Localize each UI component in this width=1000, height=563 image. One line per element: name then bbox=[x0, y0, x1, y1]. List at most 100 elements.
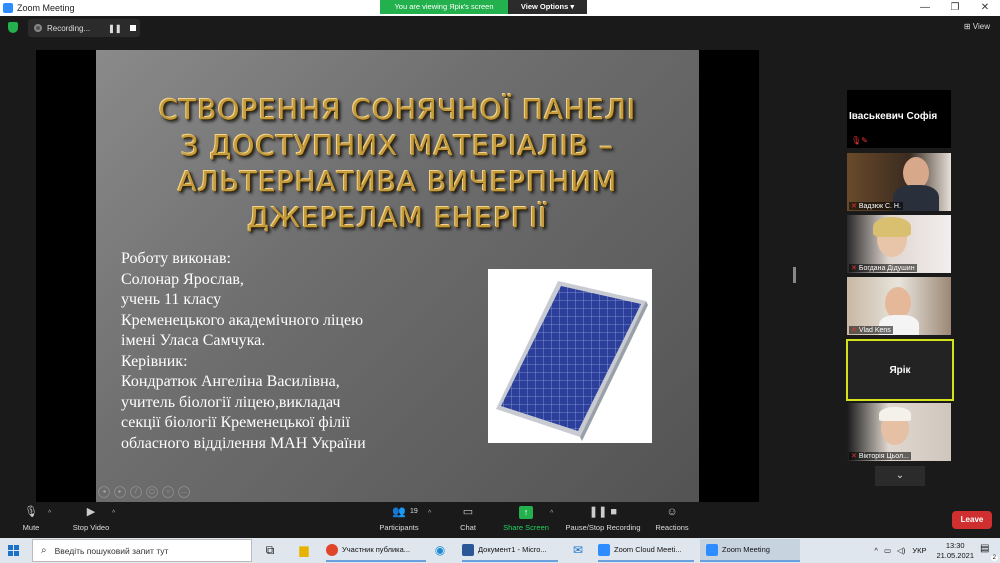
share-screen-button[interactable]: ↑ Share Screen bbox=[500, 506, 552, 532]
recording-label: Recording... bbox=[47, 23, 91, 33]
windows-start-icon[interactable] bbox=[8, 545, 19, 556]
next-slide-icon[interactable]: ▸ bbox=[114, 486, 126, 498]
more-icon[interactable]: … bbox=[178, 486, 190, 498]
stop-video-button[interactable]: ▶ Stop Video bbox=[68, 506, 114, 532]
mute-button[interactable]: 🎙 Mute bbox=[18, 506, 44, 532]
taskbar-app-word[interactable]: Документ1 - Micro... bbox=[462, 539, 558, 562]
pause-stop-recording-label: Pause/Stop Recording bbox=[565, 523, 641, 532]
participant-tile[interactable]: ✕ Богдана Дідушин bbox=[847, 215, 951, 273]
participant-tile-active[interactable]: Ярік bbox=[846, 339, 954, 401]
participant-name: Ярік bbox=[889, 365, 911, 376]
participant-tile[interactable]: ✕ Vlad Kens bbox=[847, 277, 951, 335]
tray-chevron-icon[interactable]: ^ bbox=[874, 546, 878, 555]
slide-body-line: учень 11 класу bbox=[121, 291, 222, 308]
clock-time: 13:30 bbox=[945, 540, 965, 550]
taskbar-app-label: Участник публика... bbox=[342, 545, 411, 554]
slide-body-line: Керівник: bbox=[121, 352, 188, 370]
view-layout-button[interactable]: ⊞ View bbox=[964, 22, 990, 31]
language-indicator[interactable]: УКР bbox=[912, 546, 926, 555]
presentation-slide: СТВОРЕННЯ СОНЯЧНОЇ ПАНЕЛІ З ДОСТУПНИХ МА… bbox=[96, 50, 699, 502]
taskbar-app-label: Zoom Meeting bbox=[722, 545, 770, 554]
share-screen-icon: ↑ bbox=[519, 506, 533, 519]
muted-mic-icon: ✕ bbox=[851, 453, 857, 460]
prev-slide-icon[interactable]: ◂ bbox=[98, 486, 110, 498]
slide-body-line: Солонар Ярослав, bbox=[121, 270, 244, 288]
stop-video-label: Stop Video bbox=[72, 523, 110, 532]
zoom-icon[interactable]: ○ bbox=[162, 486, 174, 498]
taskbar-app-chrome[interactable]: Участник публика... bbox=[326, 539, 426, 562]
view-options-button[interactable]: View Options ▾ bbox=[508, 0, 587, 14]
chat-label: Chat bbox=[460, 523, 476, 532]
slide-body-line: обласного відділення МАН України bbox=[121, 434, 366, 452]
clock[interactable]: 13:30 21.05.2021 bbox=[936, 541, 974, 561]
search-icon: ⌕ bbox=[41, 545, 47, 556]
participant-tile[interactable]: ✕ Вадзюк С. Н. bbox=[847, 153, 951, 211]
mute-label: Mute bbox=[22, 523, 40, 532]
recording-dot-icon bbox=[34, 24, 42, 32]
participants-options-caret-icon[interactable]: ^ bbox=[428, 510, 431, 517]
chat-button[interactable]: ▭ Chat bbox=[454, 506, 482, 532]
participant-name: ✕ Богдана Дідушин bbox=[849, 264, 917, 272]
pause-stop-recording-button[interactable]: ❚❚ ■ Pause/Stop Recording bbox=[560, 506, 646, 532]
slide-title-line: СТВОРЕННЯ СОНЯЧНОЇ ПАНЕЛІ bbox=[158, 93, 637, 126]
file-explorer-icon[interactable]: ▆ bbox=[296, 542, 312, 558]
encryption-shield-icon[interactable] bbox=[8, 22, 18, 33]
smiley-plus-icon: ☺ bbox=[666, 506, 678, 518]
participant-name: ✕ Vlad Kens bbox=[849, 326, 893, 334]
audio-options-caret-icon[interactable]: ^ bbox=[48, 510, 51, 517]
taskbar-app-zoom-meeting[interactable]: Zoom Meeting bbox=[700, 539, 800, 562]
notifications-count: 2 bbox=[990, 554, 998, 561]
split-drag-handle[interactable] bbox=[793, 267, 796, 283]
slide-title-line: АЛЬТЕРНАТИВА ВИЧЕРПНИМ bbox=[177, 165, 618, 198]
chat-bubble-icon: ▭ bbox=[462, 506, 474, 518]
taskbar-search-box[interactable]: ⌕ Введіть пошуковий запит тут bbox=[32, 539, 252, 562]
network-icon[interactable]: ▭ bbox=[884, 546, 891, 555]
video-camera-icon: ▶ bbox=[86, 506, 96, 518]
close-button[interactable]: ✕ bbox=[970, 0, 1000, 16]
participant-hair bbox=[873, 217, 911, 237]
active-speaker-tile[interactable]: Іваськевич Софія 🎙✎ bbox=[847, 90, 951, 148]
slide-body-line: Кондратюк Ангеліна Василівна, bbox=[121, 373, 340, 390]
muted-mic-icon: ✕ bbox=[851, 327, 857, 334]
taskbar-app-zoom-cloud[interactable]: Zoom Cloud Meeti... bbox=[598, 539, 694, 562]
slide-body-line: імені Уласа Самчука. bbox=[121, 332, 266, 349]
slide-body: Роботу виконав: Солонар Ярослав, учень 1… bbox=[121, 249, 366, 454]
solar-panel-image bbox=[488, 269, 652, 443]
more-participants-button[interactable]: ⌄ bbox=[875, 466, 925, 486]
share-options-caret-icon[interactable]: ^ bbox=[550, 510, 553, 517]
recording-indicator: Recording... ❚❚ bbox=[28, 19, 140, 37]
participant-tile[interactable]: ✕ Вікторія Цьол... bbox=[847, 403, 951, 461]
word-icon bbox=[462, 543, 474, 556]
viewing-screen-banner: You are viewing Ярік's screen bbox=[380, 0, 508, 14]
edge-icon[interactable]: ◉ bbox=[432, 542, 448, 558]
participant-name: ✕ Вадзюк С. Н. bbox=[849, 202, 903, 210]
reactions-button[interactable]: ☺ Reactions bbox=[652, 506, 692, 532]
pause-recording-button[interactable]: ❚❚ bbox=[108, 24, 121, 33]
pen-icon[interactable]: / bbox=[130, 486, 142, 498]
slide-controls: ◂ ▸ / ▢ ○ … bbox=[98, 486, 190, 498]
reactions-label: Reactions bbox=[655, 523, 689, 532]
participants-icon: 👥 bbox=[392, 506, 406, 518]
minimize-button[interactable]: — bbox=[910, 0, 940, 16]
zoom-icon bbox=[598, 543, 610, 556]
volume-icon[interactable]: ◁) bbox=[897, 546, 905, 555]
clock-date: 21.05.2021 bbox=[936, 550, 974, 560]
system-tray: ^ ▭ ◁) УКР 13:30 21.05.2021 ▤ 2 bbox=[871, 538, 1000, 563]
microphone-icon: 🎙 bbox=[24, 506, 38, 518]
participant-name: ✕ Вікторія Цьол... bbox=[849, 452, 911, 460]
search-placeholder: Введіть пошуковий запит тут bbox=[54, 545, 169, 556]
slide-body-line: Роботу виконав: bbox=[121, 250, 231, 267]
maximize-button[interactable]: ❐ bbox=[940, 0, 970, 16]
slide-body-line: секції біології Кременецької філії bbox=[121, 414, 351, 431]
leave-button[interactable]: Leave bbox=[952, 511, 992, 529]
task-view-icon[interactable]: ⧉ bbox=[262, 542, 278, 558]
muted-mic-icon: ✕ bbox=[851, 265, 857, 272]
zoom-icon bbox=[706, 543, 718, 556]
slide-title-line: ДЖЕРЕЛАМ ЕНЕРГІЇ bbox=[247, 201, 548, 234]
mail-icon[interactable]: ✉ bbox=[570, 542, 586, 558]
video-options-caret-icon[interactable]: ^ bbox=[112, 510, 115, 517]
slides-grid-icon[interactable]: ▢ bbox=[146, 486, 158, 498]
stop-recording-button[interactable] bbox=[129, 25, 136, 31]
slide-title-line: З ДОСТУПНИХ МАТЕРІАЛІВ – bbox=[180, 129, 615, 162]
notifications-icon[interactable]: ▤ 2 bbox=[980, 543, 998, 561]
